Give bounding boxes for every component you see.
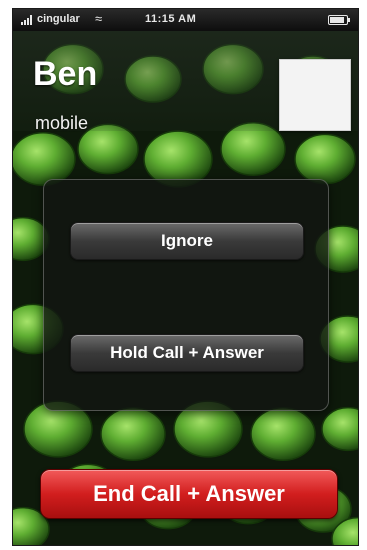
battery-icon bbox=[328, 15, 350, 25]
contact-photo bbox=[279, 59, 351, 131]
signal-bars-icon bbox=[21, 15, 35, 25]
incoming-call-action-panel: Ignore Hold Call + Answer bbox=[43, 179, 329, 411]
carrier-name: cingular bbox=[37, 13, 80, 25]
phone-screen: cingular ≈ 11:15 AM Ben mobile Ignore Ho… bbox=[12, 8, 359, 546]
ignore-button[interactable]: Ignore bbox=[70, 222, 304, 260]
wifi-icon: ≈ bbox=[95, 11, 103, 26]
hold-call-answer-button[interactable]: Hold Call + Answer bbox=[70, 334, 304, 372]
status-bar: cingular ≈ 11:15 AM bbox=[13, 9, 358, 31]
caller-number-label: mobile bbox=[35, 113, 89, 133]
end-call-answer-button[interactable]: End Call + Answer bbox=[40, 469, 338, 519]
caller-name: Ben bbox=[33, 55, 98, 93]
status-time: 11:15 AM bbox=[145, 13, 197, 25]
